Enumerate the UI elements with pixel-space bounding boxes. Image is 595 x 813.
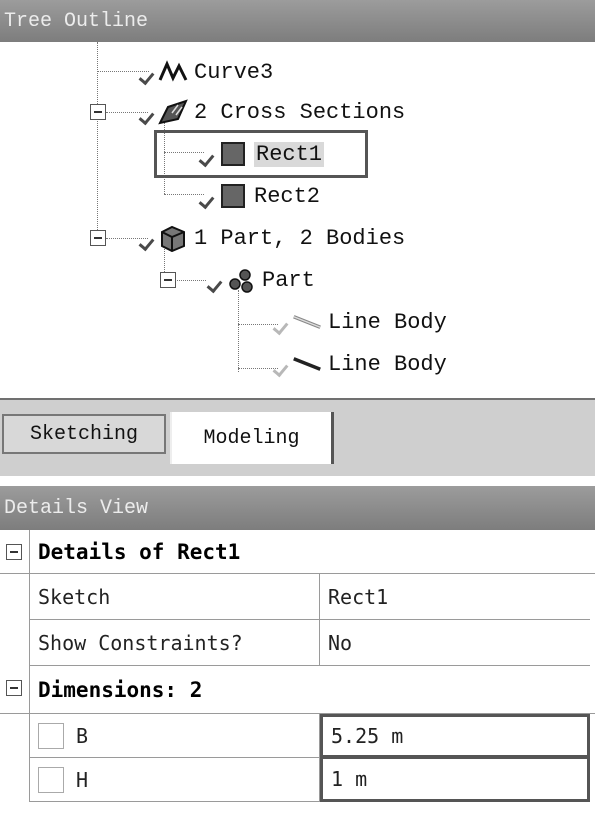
property-row[interactable]: Show Constraints? No [0, 620, 595, 666]
dimension-name: H [76, 767, 89, 792]
rectangle-icon [218, 181, 248, 211]
tree-item-parts[interactable]: 1 Part, 2 Bodies [140, 220, 405, 256]
tree-outline-header: Tree Outline [0, 0, 595, 42]
check-icon [140, 235, 156, 251]
line-body-icon [292, 349, 322, 379]
tree-item-line-body[interactable]: Line Body [274, 304, 447, 340]
tree-connector [238, 368, 278, 369]
collapse-toggle-details-group[interactable] [6, 544, 22, 560]
tree-item-rect2[interactable]: Rect2 [200, 178, 320, 214]
tab-sketching[interactable]: Sketching [2, 414, 166, 454]
tree-connector [238, 324, 278, 325]
collapse-toggle-part[interactable] [160, 272, 176, 288]
details-view-title: Details View [4, 496, 149, 520]
collapse-toggle-cross-sections[interactable] [90, 104, 106, 120]
dimension-value: 5.25 m [331, 724, 404, 748]
tree-item-part[interactable]: Part [208, 262, 315, 298]
dimension-value: 1 m [331, 767, 368, 791]
parameter-checkbox[interactable] [38, 722, 64, 749]
parameter-checkbox[interactable] [38, 766, 64, 793]
tree-item-label: Curve3 [194, 59, 274, 85]
tree-outline: Curve3 2 Cross Sections Rect1 Rect2 1 Pa… [0, 42, 595, 398]
part-icon [226, 265, 256, 295]
check-icon [200, 193, 216, 209]
tree-item-label: Part [262, 267, 315, 293]
cross-section-icon [158, 97, 188, 127]
tree-item-label: Line Body [328, 309, 447, 335]
property-value[interactable]: Rect1 [320, 574, 590, 620]
tree-item-label: 2 Cross Sections [194, 99, 406, 125]
tree-connector [238, 290, 239, 372]
tree-item-line-body[interactable]: Line Body [274, 346, 447, 382]
dimension-value-input[interactable]: 5.25 m [320, 714, 590, 758]
tree-item-label: 1 Part, 2 Bodies [194, 225, 406, 251]
check-icon [274, 319, 290, 335]
tab-modeling[interactable]: Modeling [170, 412, 334, 464]
check-icon [274, 361, 290, 377]
details-view-header: Details View [0, 486, 595, 530]
collapse-toggle-dimensions-group[interactable] [6, 680, 22, 696]
dimension-name: B [76, 723, 89, 748]
check-icon [140, 109, 156, 125]
tree-item-cross-sections[interactable]: 2 Cross Sections [140, 94, 405, 130]
tree-item-label: Line Body [328, 351, 447, 377]
tree-item-label: Rect2 [254, 183, 321, 209]
tree-item-curve3[interactable]: Curve3 [140, 54, 273, 90]
group-dimensions-header[interactable]: Dimensions: 2 [0, 666, 595, 714]
property-value[interactable]: No [320, 620, 590, 666]
line-body-icon [292, 307, 322, 337]
group-title: Dimensions: 2 [30, 666, 595, 714]
tree-connector [172, 280, 206, 281]
check-icon [208, 277, 224, 293]
tree-connector [164, 194, 204, 195]
details-grid: Details of Rect1 Sketch Rect1 Show Const… [0, 530, 595, 813]
property-name: Show Constraints? [30, 620, 320, 666]
curve-icon [158, 57, 188, 87]
tree-outline-title: Tree Outline [4, 9, 149, 33]
mode-tabbar: Sketching Modeling [0, 398, 595, 486]
dimension-value-input[interactable]: 1 m [320, 756, 590, 802]
property-name: Sketch [30, 574, 320, 620]
check-icon [140, 69, 156, 85]
group-details-header[interactable]: Details of Rect1 [0, 530, 595, 574]
property-row[interactable]: Sketch Rect1 [0, 574, 595, 620]
part-body-icon [158, 223, 188, 253]
selection-highlight [154, 130, 368, 178]
collapse-toggle-parts[interactable] [90, 230, 106, 246]
group-title: Details of Rect1 [30, 530, 595, 574]
